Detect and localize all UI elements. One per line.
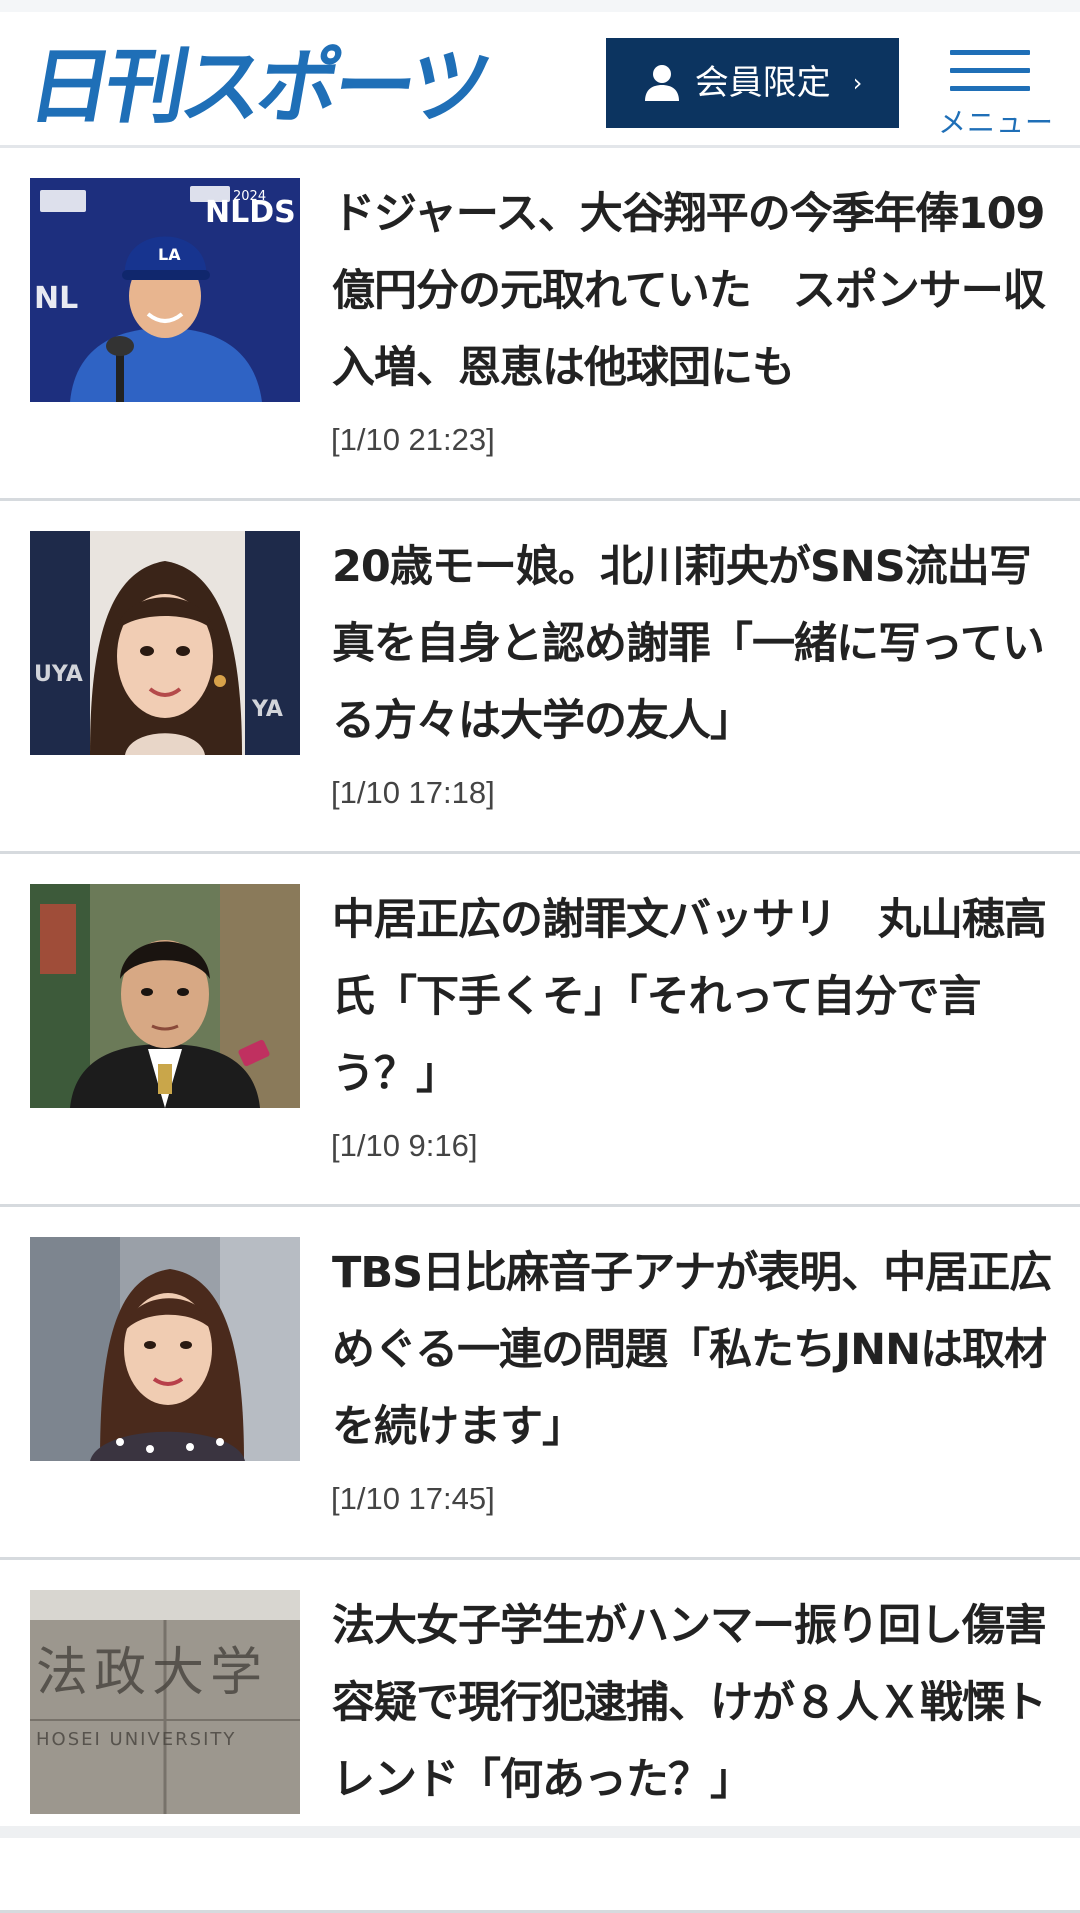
hamburger-icon [950, 50, 1030, 94]
article-item[interactable]: TBS日比麻音子アナが表明、中居正広めぐる一連の問題「私たちJNNは取材を続けま… [0, 1207, 1080, 1560]
article-title[interactable]: TBS日比麻音子アナが表明、中居正広めぐる一連の問題「私たちJNNは取材を続けま… [332, 1235, 1062, 1466]
article-list: NLDS 2024 NL LA ドジャース、大谷翔平の今季年俸109億円分の元取… [0, 148, 1080, 1913]
article-title[interactable]: 法大女子学生がハンマー振り回し傷害容疑で現行犯逮捕、けが８人Ｘ戦慄トレンド「何あ… [332, 1588, 1062, 1819]
menu-label: メニュー [938, 106, 1055, 139]
article-title[interactable]: ドジャース、大谷翔平の今季年俸109億円分の元取れていた スポンサー収入増、恩恵… [332, 176, 1062, 407]
article-item[interactable]: 中居正広の謝罪文バッサリ 丸山穂高氏「下手くそ」「それって自分で言う？」 [1/… [0, 854, 1080, 1207]
article-thumbnail[interactable]: NLDS 2024 NL LA [30, 178, 300, 402]
site-header: 日刊スポーツ 会員限定 › メニュー [0, 12, 1080, 148]
gate-sign-jp-text: 法政大学 [36, 1643, 268, 1703]
site-logo[interactable]: 日刊スポーツ [22, 40, 493, 136]
chevron-right-icon: › [852, 69, 863, 97]
baseball-player-press-conference-photo: NLDS 2024 NL LA [30, 178, 300, 402]
idol-portrait-photo: UYA YA [30, 531, 300, 755]
announcer-portrait-photo [30, 1237, 300, 1461]
article-timestamp: [1/10 21:23] [331, 422, 495, 457]
bottom-edge [0, 1826, 1080, 1838]
article-item[interactable]: NLDS 2024 NL LA ドジャース、大谷翔平の今季年俸109億円分の元取… [0, 148, 1080, 501]
article-timestamp: [1/10 9:16] [331, 1128, 478, 1163]
article-thumbnail[interactable] [30, 1237, 300, 1461]
svg-text:LA: LA [158, 245, 181, 264]
status-bar [0, 0, 1080, 12]
article-thumbnail[interactable]: UYA YA [30, 531, 300, 755]
svg-text:YA: YA [251, 697, 283, 722]
article-title[interactable]: 20歳モー娘。北川莉央がSNS流出写真を自身と認め謝罪「一緒に写っている方々は大… [332, 529, 1062, 760]
svg-text:UYA: UYA [34, 662, 83, 687]
article-item[interactable]: 法政大学 HOSEI UNIVERSITY 法大女子学生がハンマー振り回し傷害容… [0, 1560, 1080, 1913]
backdrop-year-text: 2024 [233, 189, 266, 204]
article-timestamp: [1/10 17:45] [331, 1481, 495, 1516]
article-title[interactable]: 中居正広の謝罪文バッサリ 丸山穂高氏「下手くそ」「それって自分で言う？」 [332, 882, 1062, 1113]
politician-portrait-photo [30, 884, 300, 1108]
article-thumbnail[interactable] [30, 884, 300, 1108]
article-thumbnail[interactable]: 法政大学 HOSEI UNIVERSITY [30, 1590, 300, 1814]
article-item[interactable]: UYA YA 20歳モー娘。北川莉央がSNS流出写真を自身と認め謝罪「一緒に写っ… [0, 501, 1080, 854]
member-only-button[interactable]: 会員限定 › [606, 38, 899, 128]
svg-text:NL: NL [34, 281, 78, 316]
user-icon [644, 65, 679, 101]
member-button-label: 会員限定 [694, 63, 831, 103]
article-timestamp: [1/10 17:18] [331, 775, 495, 810]
menu-button[interactable]: メニュー [938, 38, 1054, 138]
university-gate-sign-photo: 法政大学 HOSEI UNIVERSITY [30, 1590, 300, 1814]
gate-sign-en-text: HOSEI UNIVERSITY [36, 1729, 236, 1750]
